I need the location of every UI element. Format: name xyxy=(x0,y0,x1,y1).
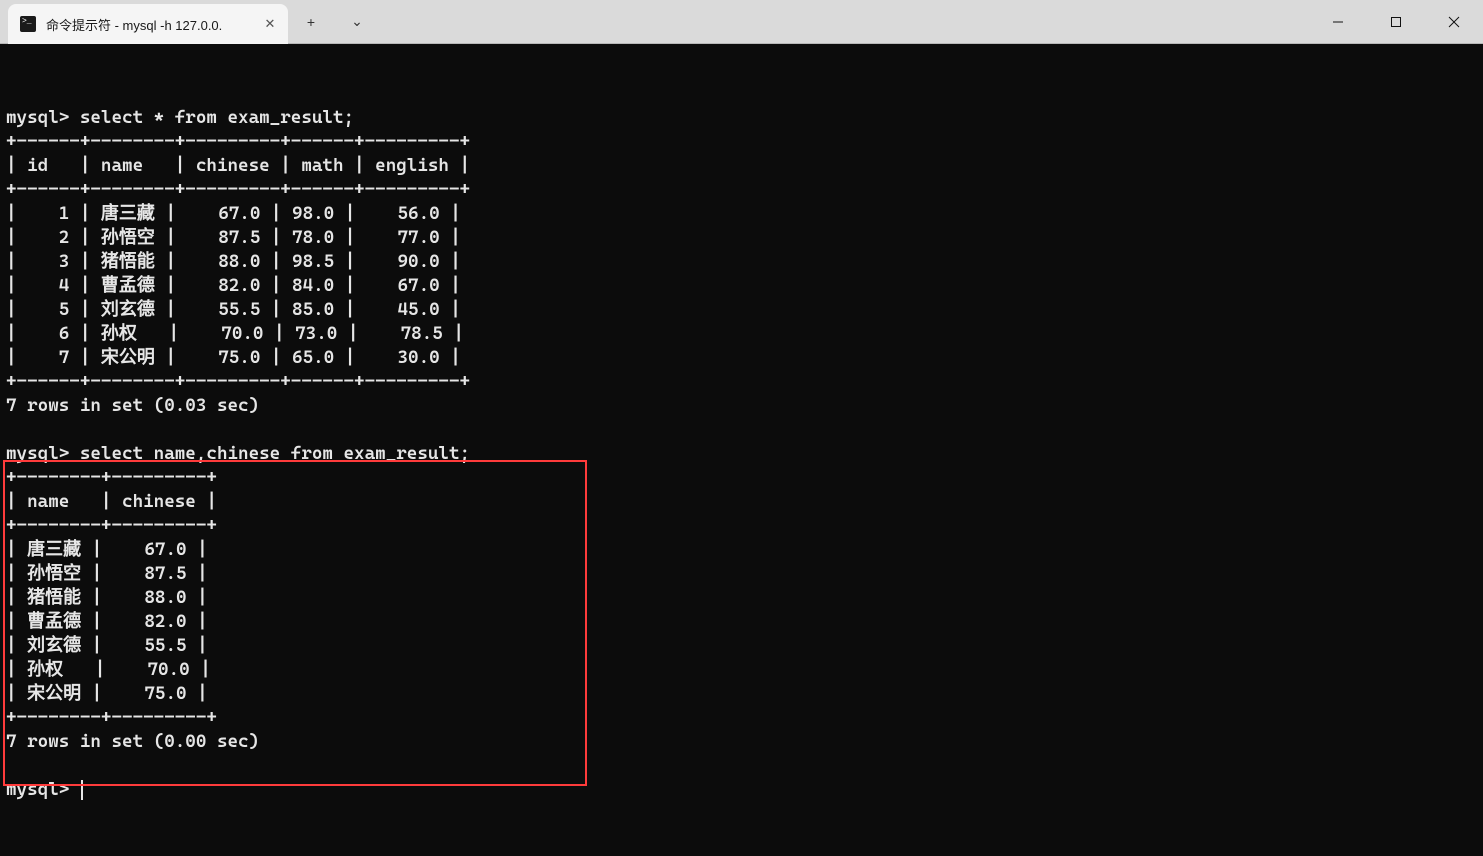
terminal-output[interactable]: mysql> select * from exam_result; +-----… xyxy=(0,44,1483,856)
close-tab-button[interactable]: ✕ xyxy=(260,14,280,34)
close-window-button[interactable] xyxy=(1425,0,1483,44)
tab-dropdown-button[interactable]: ⌄ xyxy=(334,0,380,43)
maximize-button[interactable] xyxy=(1367,0,1425,44)
terminal-icon xyxy=(20,16,36,32)
tab-title: 命令提示符 - mysql -h 127.0.0. xyxy=(46,15,250,34)
minimize-button[interactable] xyxy=(1309,0,1367,44)
titlebar: 命令提示符 - mysql -h 127.0.0. ✕ + ⌄ xyxy=(0,0,1483,44)
new-tab-button[interactable]: + xyxy=(288,0,334,43)
window-controls xyxy=(1309,0,1483,43)
highlight-annotation xyxy=(3,460,587,786)
terminal-tab[interactable]: 命令提示符 - mysql -h 127.0.0. ✕ xyxy=(8,4,288,44)
titlebar-drag-area[interactable] xyxy=(380,0,1309,43)
